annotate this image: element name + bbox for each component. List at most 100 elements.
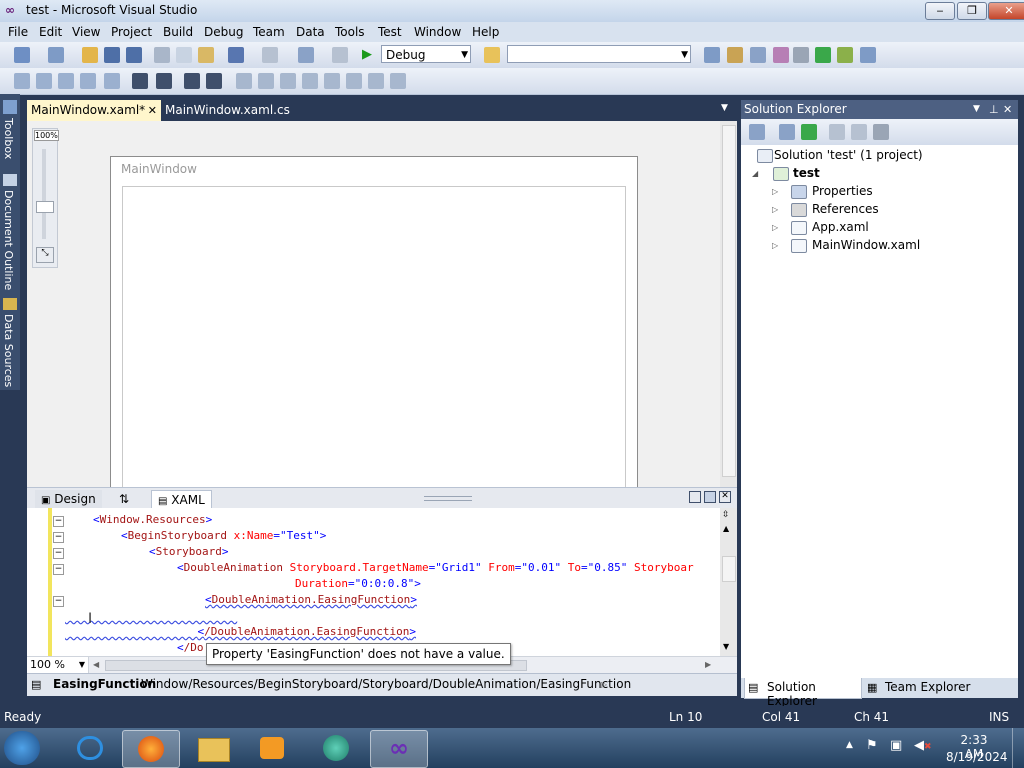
tools-icon[interactable] — [793, 47, 809, 63]
media-player-icon[interactable] — [244, 730, 300, 766]
scroll-thumb[interactable] — [722, 556, 736, 582]
collapse-icon[interactable]: − — [53, 516, 64, 527]
app-icon[interactable] — [308, 730, 364, 766]
view-designer-icon[interactable] — [851, 124, 867, 140]
tab-solution-explorer[interactable]: ▤ Solution Explorer — [744, 678, 862, 708]
swap-panes-button[interactable]: ⇅ — [113, 490, 135, 508]
toolbox-tab[interactable]: Toolbox — [2, 118, 15, 159]
tree-item-app-xaml[interactable]: App.xaml — [812, 220, 869, 234]
action-center-icon[interactable]: ⚑ — [866, 738, 878, 753]
menu-project[interactable]: Project — [111, 25, 152, 39]
menu-team[interactable]: Team — [253, 25, 285, 39]
find-combo[interactable]: ▼ — [507, 45, 691, 63]
find-references-icon[interactable] — [390, 73, 406, 89]
close-icon[interactable]: ✕ — [148, 100, 157, 121]
collapsed-arrow-icon[interactable]: ▷ — [772, 223, 778, 232]
copy-icon[interactable] — [176, 47, 192, 63]
outdent-icon[interactable] — [104, 73, 120, 89]
chevron-down-icon[interactable]: ▼ — [973, 100, 980, 119]
scroll-up-icon[interactable]: ▲ — [723, 524, 729, 533]
open-file-icon[interactable] — [82, 47, 98, 63]
solution-node[interactable]: Solution 'test' (1 project) — [774, 148, 923, 162]
prev-bookmark-doc-icon[interactable] — [324, 73, 340, 89]
scroll-down-icon[interactable]: ▼ — [723, 642, 729, 651]
menu-help[interactable]: Help — [472, 25, 499, 39]
network-icon[interactable]: ▣ — [890, 738, 902, 753]
menu-file[interactable]: File — [8, 25, 28, 39]
next-bookmark-doc-icon[interactable] — [346, 73, 362, 89]
tab-mainwindow-xaml-cs[interactable]: MainWindow.xaml.cs — [161, 100, 294, 121]
designer-vertical-scrollbar[interactable] — [720, 121, 737, 487]
minimize-button[interactable]: ‒ — [925, 2, 955, 20]
collapse-icon[interactable]: − — [53, 532, 64, 543]
split-editor-icon[interactable]: ⇳ — [722, 510, 730, 520]
comment-out-icon[interactable] — [156, 73, 172, 89]
tree-item-references[interactable]: References — [812, 202, 879, 216]
tree-item-properties[interactable]: Properties — [812, 184, 873, 198]
zoom-slider[interactable]: 100% ⤡ — [32, 128, 59, 268]
menu-view[interactable]: View — [72, 25, 100, 39]
save-icon[interactable] — [104, 47, 120, 63]
prev-bookmark-folder-icon[interactable] — [280, 73, 296, 89]
fit-to-window-icon[interactable]: ⤡ — [36, 247, 54, 263]
new-project-icon[interactable] — [14, 47, 30, 63]
collapsed-arrow-icon[interactable]: ▷ — [772, 187, 778, 196]
file-explorer-icon[interactable] — [186, 730, 242, 766]
xaml-editor[interactable]: − − − − − <Window.Resources> <BeginStory… — [27, 508, 720, 656]
collapsed-arrow-icon[interactable]: ▷ — [772, 241, 778, 250]
zoom-thumb[interactable] — [36, 201, 54, 213]
paste-icon[interactable] — [198, 47, 214, 63]
editor-vertical-scrollbar[interactable]: ⇳ ▲ ▼ — [720, 508, 737, 656]
refresh-icon[interactable] — [801, 124, 817, 140]
show-all-files-icon[interactable] — [779, 124, 795, 140]
scroll-right-icon[interactable]: ▶ — [705, 660, 711, 669]
menu-debug[interactable]: Debug — [204, 25, 243, 39]
menu-test[interactable]: Test — [378, 25, 402, 39]
breadcrumb-path[interactable]: Window/Resources/BeginStoryboard/Storybo… — [141, 674, 631, 695]
document-outline-tab[interactable]: Document Outline — [2, 190, 15, 290]
editor-zoom-combo[interactable]: 100 % ▼ — [27, 657, 89, 673]
navigate-backward-icon[interactable] — [298, 47, 314, 63]
mainwindow-client-area[interactable] — [122, 186, 626, 492]
start-button[interactable] — [4, 731, 40, 765]
add-item-icon[interactable] — [48, 47, 64, 63]
collapse-pane-icon[interactable]: ✕ — [719, 491, 731, 503]
next-bookmark-icon[interactable] — [258, 73, 274, 89]
show-desktop-button[interactable] — [1012, 728, 1024, 768]
close-icon[interactable]: ✕ — [1003, 100, 1012, 119]
parameter-info-icon[interactable] — [36, 73, 52, 89]
object-browser-icon[interactable] — [750, 47, 766, 63]
collapse-icon[interactable]: − — [53, 548, 64, 559]
splitter-grip[interactable] — [424, 496, 472, 501]
view-code-icon[interactable] — [829, 124, 845, 140]
chevron-right-icon[interactable]: ▷ — [601, 674, 607, 695]
save-all-icon[interactable] — [126, 47, 142, 63]
command-window-icon[interactable] — [860, 47, 876, 63]
scroll-left-icon[interactable]: ◀ — [93, 660, 99, 669]
tab-mainwindow-xaml[interactable]: MainWindow.xaml* ✕ — [27, 100, 161, 121]
navigate-forward-icon[interactable] — [332, 47, 348, 63]
menu-window[interactable]: Window — [414, 25, 461, 39]
tree-item-mainwindow-xaml[interactable]: MainWindow.xaml — [812, 238, 920, 252]
firefox-icon[interactable] — [122, 730, 180, 768]
toolbox-icon[interactable] — [773, 47, 789, 63]
menu-build[interactable]: Build — [163, 25, 193, 39]
display-object-member-list-icon[interactable] — [14, 73, 30, 89]
solution-explorer-icon[interactable] — [704, 47, 720, 63]
previous-bookmark-icon[interactable] — [236, 73, 252, 89]
design-tab[interactable]: ▣ Design — [35, 490, 102, 508]
find-in-files-icon[interactable] — [484, 47, 500, 63]
close-button[interactable]: ✕ — [988, 2, 1024, 20]
vertical-split-icon[interactable] — [689, 491, 701, 503]
show-hidden-icons[interactable]: ▲ — [846, 740, 853, 750]
tab-team-explorer[interactable]: ▦ Team Explorer — [865, 678, 975, 698]
clock-date[interactable]: 8/19/2024 — [946, 750, 1008, 764]
start-debugging-icon[interactable]: ▶ — [362, 47, 372, 62]
visual-studio-icon[interactable]: ∞ — [370, 730, 428, 768]
menu-tools[interactable]: Tools — [335, 25, 365, 39]
toggle-bookmark-icon[interactable] — [206, 73, 222, 89]
menu-edit[interactable]: Edit — [39, 25, 62, 39]
data-sources-tab[interactable]: Data Sources — [2, 314, 15, 387]
extension-manager-icon[interactable] — [837, 47, 853, 63]
undo-icon[interactable] — [228, 47, 244, 63]
